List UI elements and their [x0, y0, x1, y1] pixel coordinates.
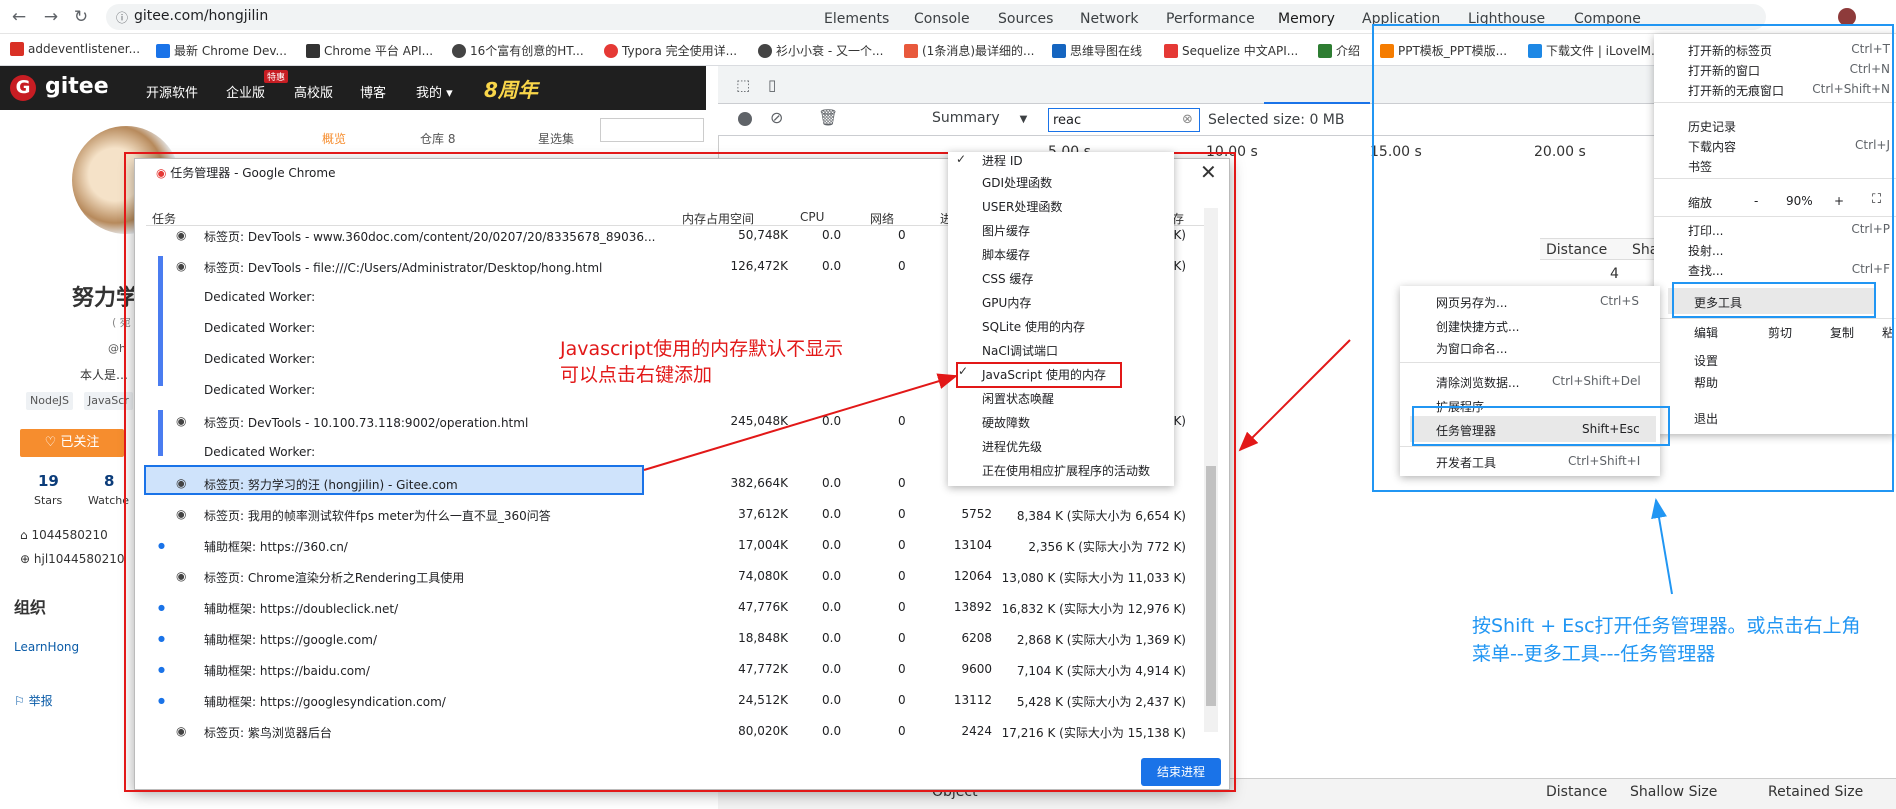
tab-elements[interactable]: Elements — [824, 11, 889, 27]
chevron-down-icon: ▼ — [1019, 114, 1028, 125]
org-heading: 组织 — [14, 598, 47, 617]
wechat-id: ⊕ hjl1044580210 — [20, 552, 125, 566]
ctx-sqlite[interactable]: SQLite 使用的内存 — [982, 318, 1085, 335]
ctx-hard-faults[interactable]: 硬故障数 — [982, 414, 1030, 431]
watch-count[interactable]: 8 — [104, 472, 114, 490]
bookmark-item[interactable]: Typora 完全使用详... — [604, 42, 737, 59]
stars-label: Stars — [34, 494, 63, 507]
tab-repos[interactable]: 仓库 8 — [420, 130, 455, 147]
nav-mine[interactable]: 我的 ▾ — [416, 82, 453, 101]
annotation-red-box — [956, 362, 1122, 388]
tab-performance[interactable]: Performance — [1166, 11, 1255, 27]
bookmark-item[interactable]: 16个富有创意的HT... — [452, 42, 584, 59]
annotation-red-text: Javascript使用的内存默认不显示 可以点击右键添加 — [560, 338, 844, 386]
nav-opensource[interactable]: 开源软件 — [146, 82, 198, 101]
ctx-process-id[interactable]: 进程 ID — [982, 152, 1023, 169]
forward-icon[interactable]: → — [40, 6, 62, 28]
bookmark-item[interactable]: Chrome 平台 API... — [306, 42, 433, 59]
ctx-image-cache[interactable]: 图片缓存 — [982, 222, 1030, 239]
ctx-gdi[interactable]: GDI处理函数 — [982, 174, 1052, 191]
qq-icon: ⌂ — [20, 528, 32, 542]
trash-icon[interactable]: 🗑 — [818, 108, 838, 127]
bookmark-item[interactable]: addeventlistener... — [10, 42, 140, 56]
ctx-gpu-memory[interactable]: GPU内存 — [982, 294, 1031, 311]
report-link[interactable]: ⚐ 举报 — [14, 692, 53, 709]
ctx-idle-wakeups[interactable]: 闲置状态唤醒 — [982, 390, 1054, 407]
ctx-user[interactable]: USER处理函数 — [982, 198, 1062, 215]
hot-badge: 特惠 — [264, 70, 289, 83]
org-item[interactable]: LearnHong — [14, 640, 79, 654]
profile-tag[interactable]: NodeJS — [26, 392, 73, 410]
ctx-css-cache[interactable]: CSS 缓存 — [982, 270, 1033, 287]
tab-memory[interactable]: Memory — [1278, 11, 1335, 27]
tab-console[interactable]: Console — [914, 11, 970, 27]
wechat-icon: ⊕ — [20, 552, 34, 566]
gitee-logo-text[interactable]: gitee — [45, 74, 109, 99]
nav-edu[interactable]: 高校版 — [294, 82, 333, 101]
nav-enterprise[interactable]: 企业版 — [226, 82, 265, 101]
url-text[interactable]: gitee.com/hongjilin — [134, 8, 268, 24]
record-icon[interactable] — [738, 112, 752, 126]
bookmark-item[interactable]: Sequelize 中文API... — [1164, 42, 1298, 59]
tab-sources[interactable]: Sources — [998, 11, 1053, 27]
watch-label: Watche — [88, 494, 130, 507]
tab-stars[interactable]: 星选集 — [538, 130, 574, 147]
annotation-blue-box — [1412, 406, 1670, 446]
col-retained-size[interactable]: Retained Size — [1768, 784, 1863, 800]
ctx-script-cache[interactable]: 脚本缓存 — [982, 246, 1030, 263]
bookmark-item[interactable]: 衫小小衰 - 又一个... — [758, 42, 883, 59]
col-distance[interactable]: Distance — [1546, 784, 1607, 800]
check-icon: ✓ — [956, 152, 967, 166]
follow-button[interactable]: ♡ 已关注 — [20, 429, 124, 457]
tab-network[interactable]: Network — [1080, 11, 1138, 27]
ctx-nacl[interactable]: NaCl调试端口 — [982, 342, 1058, 359]
flag-icon: ⚐ — [14, 694, 29, 708]
ctx-extension-activity[interactable]: 正在使用相应扩展程序的活动数 — [982, 462, 1150, 479]
back-icon[interactable]: ← — [8, 6, 30, 28]
selected-size: Selected size: 0 MB — [1208, 112, 1345, 128]
annotation-blue-text: 按Shift + Esc打开任务管理器。或点击右上角 菜单--更多工具---任务… — [1472, 615, 1861, 665]
annotation-blue-box — [1672, 282, 1876, 318]
stars-count[interactable]: 19 — [38, 472, 59, 490]
qq-number: ⌂ 1044580210 — [20, 528, 108, 542]
view-select[interactable]: Summary ▼ — [932, 110, 1042, 132]
bookmark-item[interactable]: 最新 Chrome Dev... — [156, 42, 287, 59]
col-shallow-size[interactable]: Shallow Size — [1630, 784, 1717, 800]
clear-icon[interactable]: ⊘ — [770, 108, 783, 127]
tab-overview[interactable]: 概览 — [322, 130, 346, 147]
class-filter-input[interactable] — [1048, 108, 1200, 132]
device-toolbar-icon[interactable]: ▯ — [768, 76, 776, 94]
column-context-menu: ✓ 进程 ID GDI处理函数 USER处理函数 图片缓存 脚本缓存 CSS 缓… — [948, 152, 1174, 486]
anniversary-badge: 8周年 — [484, 78, 538, 102]
bookmark-item[interactable]: (1条消息)最详细的... — [904, 42, 1034, 59]
bookmark-item[interactable]: 思维导图在线 — [1052, 42, 1142, 59]
profile-bio: 本人是… — [80, 368, 129, 382]
reload-icon[interactable]: ↻ — [70, 6, 92, 28]
gitee-search-input[interactable] — [600, 118, 704, 142]
info-icon[interactable]: ⓘ — [116, 9, 128, 26]
nav-blog[interactable]: 博客 — [360, 82, 386, 101]
bookmark-item[interactable]: 介绍 — [1318, 42, 1360, 59]
clear-filter-icon[interactable]: ⊗ — [1182, 112, 1193, 127]
gitee-logo-icon[interactable]: G — [10, 75, 36, 101]
ctx-priority[interactable]: 进程优先级 — [982, 438, 1042, 455]
inspect-icon[interactable]: ⬚ — [736, 76, 750, 94]
